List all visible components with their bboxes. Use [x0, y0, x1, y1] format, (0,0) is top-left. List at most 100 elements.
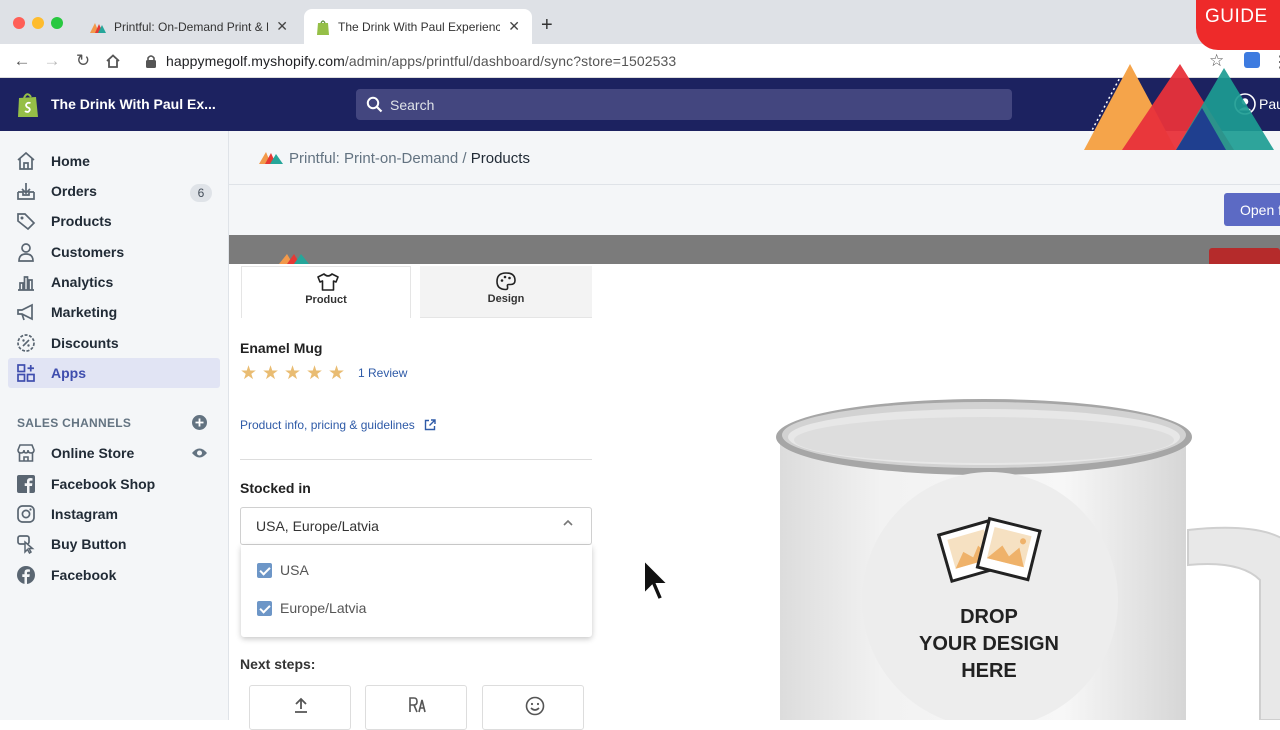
sidebar-item-products[interactable]: Products — [8, 206, 220, 236]
drop-design-text: DROP YOUR DESIGN HERE — [918, 606, 1060, 682]
tab-product[interactable]: Product — [241, 266, 411, 318]
facebook-round-icon — [17, 566, 35, 584]
back-arrow-icon[interactable]: ← — [11, 50, 33, 72]
browser-tab-printful[interactable]: Printful: On-Demand Print & En ✕ — [78, 9, 300, 44]
stocked-in-value: USA, Europe/Latvia — [256, 518, 379, 534]
shopify-favicon-icon — [317, 19, 329, 35]
sidebar-item-label: Analytics — [51, 274, 114, 290]
sidebar-item-customers[interactable]: Customers — [8, 237, 220, 267]
stocked-in-dropdown: USA Europe/Latvia — [241, 545, 592, 637]
breadcrumb-app-link[interactable]: Printful: Print-on-Demand — [289, 150, 458, 167]
section-divider — [240, 459, 592, 460]
reload-icon[interactable]: ↻ — [72, 50, 94, 72]
review-link[interactable]: 1 Review — [358, 366, 407, 380]
apps-icon — [17, 364, 35, 382]
usa-checkbox[interactable] — [257, 563, 272, 578]
orders-count-badge: 6 — [190, 184, 212, 202]
printful-logo-icon — [259, 152, 283, 164]
header-divider — [229, 184, 1280, 185]
stocked-in-select[interactable]: USA, Europe/Latvia — [240, 507, 592, 545]
store-name[interactable]: The Drink With Paul Ex... — [51, 96, 216, 112]
tag-icon — [17, 213, 36, 231]
triangle-logo-icon — [1084, 64, 1274, 150]
sidebar-item-label: Online Store — [51, 445, 135, 461]
instagram-icon — [17, 505, 35, 523]
sidebar-item-label: Products — [51, 213, 112, 229]
url-field[interactable]: happymegolf.myshopify.com/admin/apps/pri… — [166, 53, 676, 69]
rating-star-icon: ★ — [240, 363, 258, 384]
app-header-strip — [229, 235, 1280, 264]
option-europe-latvia[interactable]: Europe/Latvia — [257, 599, 457, 619]
rating-star-icon: ★ — [284, 363, 302, 384]
sidebar-item-online-store[interactable]: Online Store — [8, 438, 220, 468]
sidebar-item-apps[interactable]: Apps — [8, 358, 220, 388]
upload-step-button[interactable] — [249, 685, 351, 730]
minimize-window-button[interactable] — [32, 17, 44, 29]
search-input[interactable]: Search — [356, 89, 1012, 120]
tab-design[interactable]: Design — [420, 266, 592, 318]
home-page-icon[interactable] — [104, 52, 122, 70]
upload-icon — [295, 697, 307, 713]
tshirt-icon — [317, 273, 339, 291]
palette-icon — [496, 272, 516, 291]
view-store-eye-icon[interactable] — [191, 446, 208, 460]
sidebar-item-instagram[interactable]: Instagram — [8, 499, 220, 529]
sidebar-item-facebook-shop[interactable]: Facebook Shop — [8, 469, 220, 499]
close-tab-icon[interactable]: ✕ — [276, 18, 288, 35]
text-icon — [409, 697, 426, 713]
close-tab-icon[interactable]: ✕ — [508, 18, 520, 35]
maximize-window-button[interactable] — [51, 17, 63, 29]
option-label: Europe/Latvia — [280, 600, 367, 616]
sidebar-item-orders[interactable]: Orders — [8, 176, 220, 206]
buy-button-icon — [17, 535, 35, 554]
sales-channels-heading: SALES CHANNELS — [17, 416, 132, 430]
product-info-link[interactable]: Product info, pricing & guidelines — [240, 418, 436, 432]
sidebar-item-label: Apps — [51, 365, 86, 381]
sidebar-item-label: Orders — [51, 183, 97, 199]
megaphone-icon — [17, 303, 33, 321]
option-usa[interactable]: USA — [257, 561, 457, 581]
forward-arrow-icon[interactable]: → — [41, 50, 63, 72]
tab-label: Product — [305, 294, 347, 306]
breadcrumb: Printful: Print-on-Demand / Products — [289, 150, 530, 167]
home-icon — [17, 151, 35, 170]
facebook-icon — [17, 475, 35, 493]
rating-star-icon: ★ — [306, 363, 324, 384]
header-action-button[interactable] — [1209, 248, 1280, 264]
browser-tab-active[interactable]: The Drink With Paul Experience ✕ — [304, 9, 532, 44]
sidebar-item-facebook[interactable]: Facebook — [8, 560, 220, 590]
europe-latvia-checkbox[interactable] — [257, 601, 272, 616]
sidebar-item-discounts[interactable]: Discounts — [8, 328, 220, 358]
tab-label: Design — [487, 293, 525, 305]
option-label: USA — [280, 562, 309, 578]
bar-chart-icon — [18, 276, 34, 291]
open-in-printful-button[interactable]: Open f — [1224, 193, 1280, 226]
tab-title: Printful: On-Demand Print & En — [114, 19, 269, 34]
close-window-button[interactable] — [13, 17, 25, 29]
sidebar-item-label: Customers — [51, 244, 125, 260]
breadcrumb-separator: / — [462, 150, 467, 167]
mouse-cursor-icon — [643, 558, 670, 602]
sidebar-item-marketing[interactable]: Marketing — [8, 297, 220, 327]
sidebar-item-buy-button[interactable]: Buy Button — [8, 529, 220, 559]
new-tab-button[interactable]: + — [541, 14, 553, 37]
page-title: Products — [470, 150, 530, 167]
text-step-button[interactable] — [365, 685, 467, 730]
tab-title: The Drink With Paul Experience — [338, 19, 501, 34]
clipart-step-button[interactable] — [482, 685, 584, 730]
browser-tab-bar: Printful: On-Demand Print & En ✕ The Dri… — [0, 0, 1280, 44]
shopify-logo-icon[interactable] — [16, 91, 40, 118]
sidebar-item-analytics[interactable]: Analytics — [8, 267, 220, 297]
discount-icon — [17, 334, 35, 352]
rating-star-icon: ★ — [328, 363, 346, 384]
add-channel-icon[interactable] — [192, 415, 207, 430]
rating-star-icon: ★ — [262, 363, 280, 384]
sidebar-item-home[interactable]: Home — [8, 146, 220, 176]
search-icon — [366, 96, 383, 113]
stocked-in-label: Stocked in — [240, 480, 311, 496]
sidebar-item-label: Facebook Shop — [51, 476, 156, 492]
next-steps-label: Next steps: — [240, 656, 316, 672]
product-name: Enamel Mug — [240, 340, 323, 356]
person-icon — [18, 243, 34, 262]
smiley-icon — [525, 696, 545, 716]
